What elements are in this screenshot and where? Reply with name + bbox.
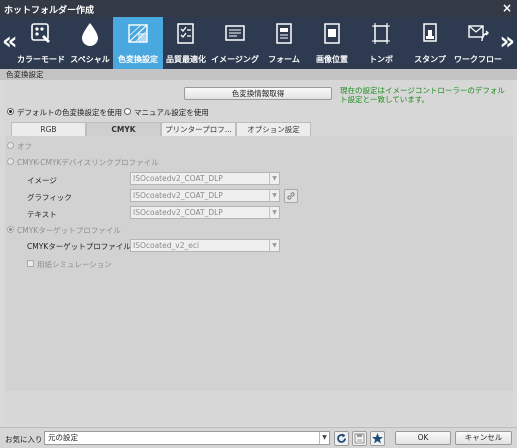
manual-settings-radio[interactable] <box>124 108 131 115</box>
window-title: ホットフォルダー作成 <box>4 6 95 16</box>
favorites-value: 元の設定 <box>48 433 78 442</box>
close-icon[interactable]: × <box>502 1 512 15</box>
tab-rgb[interactable]: RGB <box>11 122 86 136</box>
off-label: オフ <box>17 142 32 151</box>
paper-simulation-checkbox[interactable] <box>27 260 34 267</box>
manage-favorites-button[interactable] <box>370 431 385 446</box>
text-profile-select[interactable]: ISOcoatedv2_COAT_DLP ▼ <box>130 206 280 219</box>
link-icon <box>287 192 295 200</box>
devicelink-label: CMYK-CMYKデバイスリンクプロファイル <box>17 158 159 167</box>
favorites-label: お気に入り <box>5 435 43 444</box>
scroll-right-icon[interactable]: » <box>499 27 515 55</box>
refresh-button[interactable] <box>334 431 349 446</box>
ok-button[interactable]: OK <box>395 431 451 445</box>
get-color-info-button[interactable]: 色変換情報取得 <box>184 87 332 100</box>
target-profile-section-label: CMYKターゲットプロファイル <box>17 226 121 235</box>
toolbar-item-label: ワークフロー <box>454 55 502 64</box>
chevron-down-icon: ▼ <box>269 190 279 201</box>
save-icon <box>354 433 365 444</box>
graphic-profile-select[interactable]: ISOcoatedv2_COAT_DLP ▼ <box>130 189 280 202</box>
drop-icon <box>82 23 98 46</box>
workflow-icon <box>468 25 489 42</box>
default-settings-label: デフォルトの色変換設定を使用 <box>17 108 122 117</box>
section-header: 色変換設定 <box>0 69 517 80</box>
default-status-notice: 現在の設定はイメージコントローラーのデフォルト設定と一致しています。 <box>340 86 505 104</box>
off-radio[interactable] <box>7 142 14 149</box>
manual-settings-label: マニュアル設定を使用 <box>134 108 209 117</box>
color-conversion-icon <box>128 24 148 43</box>
palette-icon <box>31 23 50 43</box>
bottom-bar: お気に入り 元の設定 ▼ OK キャンセル <box>0 427 517 448</box>
stamp-icon <box>423 23 437 42</box>
cancel-button[interactable]: キャンセル <box>455 431 512 445</box>
star-icon <box>372 433 383 444</box>
form-icon <box>276 23 292 44</box>
target-profile-radio[interactable] <box>7 226 14 233</box>
tab-options[interactable]: オプション設定 <box>236 122 311 136</box>
favorites-select[interactable]: 元の設定 ▼ <box>44 431 330 445</box>
chevron-down-icon: ▼ <box>269 207 279 218</box>
title-bar: ホットフォルダー作成 × <box>0 0 517 17</box>
section-title: 色変換設定 <box>6 70 44 79</box>
default-settings-radio[interactable] <box>7 108 14 115</box>
chevron-down-icon: ▼ <box>269 173 279 184</box>
target-profile-select[interactable]: ISOcoated_v2_eci ▼ <box>130 239 280 252</box>
save-favorite-button[interactable] <box>352 431 367 446</box>
toolbar-item-workflow[interactable]: ワークフロー <box>453 17 503 69</box>
text-label: テキスト <box>27 210 57 219</box>
image-label: イメージ <box>27 176 57 185</box>
target-profile-value: ISOcoated_v2_eci <box>133 241 200 250</box>
crop-marks-icon <box>372 23 390 44</box>
chevron-down-icon: ▼ <box>319 432 329 444</box>
tab-printer-profile[interactable]: プリンタープロフ... <box>161 122 236 136</box>
image-profile-value: ISOcoatedv2_COAT_DLP <box>133 174 223 183</box>
checklist-icon <box>177 23 194 44</box>
graphic-label: グラフィック <box>27 193 72 202</box>
chevron-down-icon: ▼ <box>269 240 279 251</box>
tab-cmyk[interactable]: CMYK <box>86 122 161 136</box>
image-profile-select[interactable]: ISOcoatedv2_COAT_DLP ▼ <box>130 172 280 185</box>
settings-toolbar: « カラーモード スペシャル 色変換設定 品質最適化 イメージング フォーム 画… <box>0 17 517 69</box>
target-profile-label: CMYKターゲットプロファイル <box>27 242 131 251</box>
link-profiles-button[interactable] <box>284 189 298 203</box>
devicelink-radio[interactable] <box>7 158 14 165</box>
text-profile-value: ISOcoatedv2_COAT_DLP <box>133 208 223 217</box>
image-position-icon <box>324 23 340 44</box>
refresh-icon <box>337 433 346 443</box>
imaging-icon <box>225 25 245 41</box>
graphic-profile-value: ISOcoatedv2_COAT_DLP <box>133 191 223 200</box>
paper-simulation-label: 用紙シミュレーション <box>37 260 112 269</box>
